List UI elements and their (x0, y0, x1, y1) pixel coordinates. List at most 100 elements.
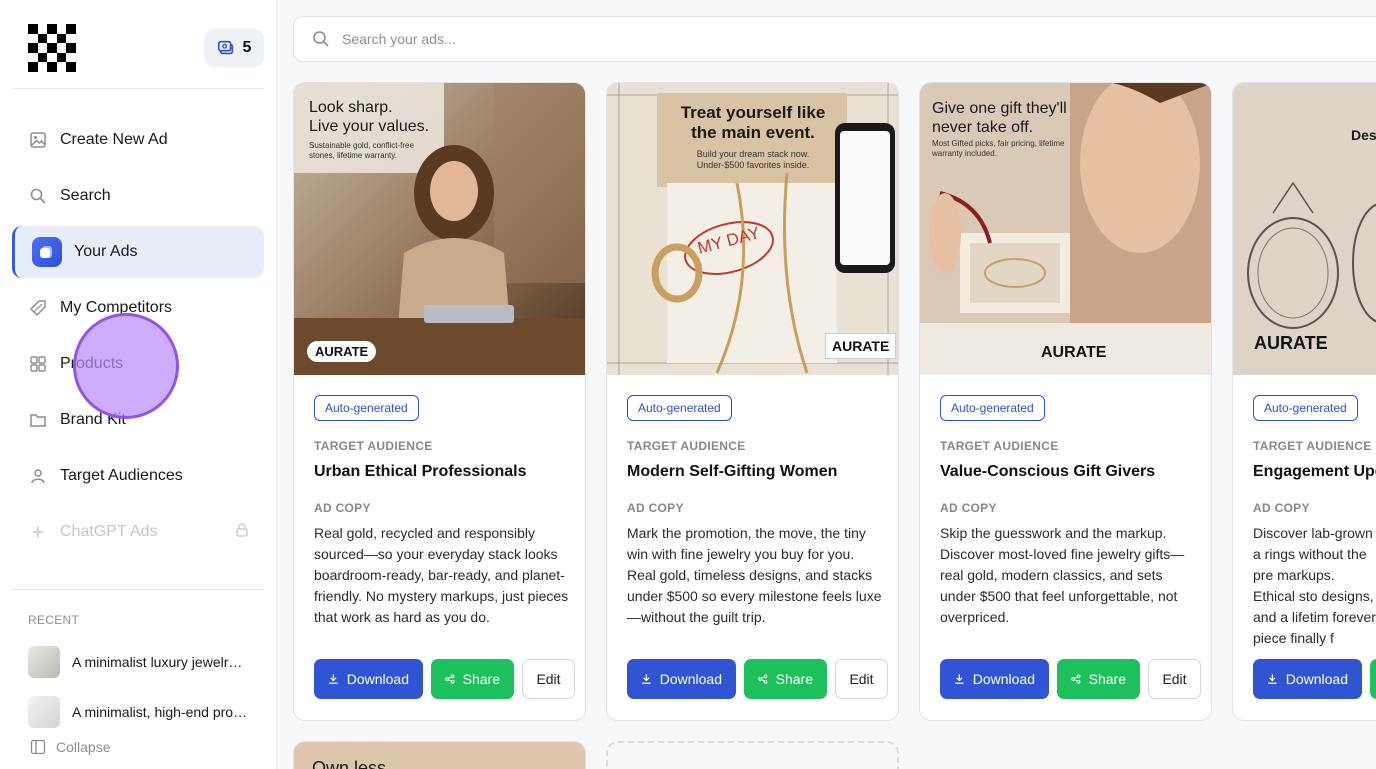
download-icon (955, 674, 964, 684)
ad-copy-label: AD COPY (314, 501, 371, 515)
nav-search[interactable]: Search (12, 170, 264, 222)
sparkle-icon (28, 522, 48, 542)
search-input[interactable] (342, 31, 942, 47)
search-icon (313, 31, 329, 47)
credits-count: 5 (242, 39, 252, 56)
share-button[interactable]: Share (431, 659, 514, 699)
recent-item[interactable]: A minimalist luxury jewelry ... (28, 646, 264, 678)
ad-copy-label: AD COPY (940, 501, 997, 515)
ad-copy-text: Mark the promotion, the move, the tiny w… (627, 525, 882, 625)
target-audience-name: Urban Ethical Professionals (314, 463, 527, 480)
ad-image-headline: Own less (312, 758, 387, 769)
target-audience-label: TARGET AUDIENCE (627, 439, 746, 453)
create-ad-placeholder[interactable] (606, 741, 899, 769)
recent-item-label: A minimalist luxury jewelry ... (72, 654, 248, 670)
divider (12, 589, 264, 590)
nav-create-new-ad[interactable]: Create New Ad (12, 114, 264, 166)
share-icon (445, 674, 455, 684)
download-label: Download (1285, 671, 1348, 687)
search-bar[interactable] (293, 16, 1376, 62)
sidebar-nav: Create New Ad Search Your Ads My Competi… (12, 114, 264, 562)
collapse-icon (30, 739, 46, 755)
nav-label: ChatGPT Ads (60, 523, 158, 540)
ad-image-brand: AURATE (1041, 344, 1107, 361)
share-button[interactable] (1370, 659, 1376, 699)
collapse-label: Collapse (56, 739, 111, 755)
ad-image-brand: AURATE (1254, 333, 1328, 353)
edit-button[interactable]: Edit (835, 659, 888, 699)
share-icon (758, 674, 768, 684)
auto-generated-badge: Auto-generated (940, 395, 1045, 421)
lock-icon (236, 522, 248, 542)
ad-image-brand: AURATE (307, 341, 377, 362)
tag-icon (28, 298, 48, 318)
recent-label: RECENT (28, 613, 80, 627)
nav-chatgpt-ads: ChatGPT Ads (12, 506, 264, 558)
collapse-button[interactable]: Collapse (30, 739, 110, 755)
ad-copy-text: Skip the guesswork and the markup. Disco… (940, 525, 1185, 625)
download-button[interactable]: Download (314, 659, 423, 699)
target-audience-name: Engagement Upg (1253, 463, 1376, 480)
ad-card-partial: Own less (293, 741, 586, 769)
target-audience-name: Modern Self-Gifting Women (627, 463, 838, 480)
ad-image-subtext: Build your dream stack now. Under-$500 f… (696, 149, 810, 170)
ad-image-subtext: Sustainable gold, conflict-free stones, … (309, 141, 414, 160)
auto-generated-badge: Auto-generated (1253, 395, 1358, 421)
grid-icon (28, 354, 48, 374)
ad-image-headline: Give one gift they'll never take off. (932, 100, 1067, 136)
target-audience-label: TARGET AUDIENCE (1253, 439, 1372, 453)
ad-image-headline: Des (1351, 127, 1376, 143)
ad-card: Look sharp. Live your values. Sustainabl… (293, 82, 586, 721)
ad-copy-text: Real gold, recycled and responsibly sour… (314, 525, 569, 625)
brand-logo[interactable] (28, 24, 76, 72)
ad-image-headline: Treat yourself like the main event. (680, 103, 826, 142)
recent-item-label: A minimalist, high-end prod... (72, 704, 248, 720)
download-label: Download (659, 671, 722, 687)
nav-label: Search (60, 187, 111, 204)
nav-my-competitors[interactable]: My Competitors (12, 282, 264, 334)
share-icon (1071, 674, 1081, 684)
nav-label: Products (60, 355, 124, 372)
person-icon (28, 466, 48, 486)
nav-brand-kit[interactable]: Brand Kit (12, 394, 264, 446)
edit-button[interactable]: Edit (522, 659, 575, 699)
target-audience-label: TARGET AUDIENCE (314, 439, 433, 453)
auto-generated-badge: Auto-generated (627, 395, 732, 421)
share-label: Share (462, 671, 500, 687)
recent-thumbnail (28, 696, 60, 728)
download-icon (329, 674, 338, 684)
share-label: Share (775, 671, 813, 687)
divider (12, 88, 264, 89)
recent-item[interactable]: A minimalist, high-end prod... (28, 696, 264, 728)
ad-copy-label: AD COPY (627, 501, 684, 515)
recent-thumbnail (28, 646, 60, 678)
nav-target-audiences[interactable]: Target Audiences (12, 450, 264, 502)
nav-label: Create New Ad (60, 131, 168, 148)
nav-label: Target Audiences (60, 467, 183, 484)
edit-button[interactable]: Edit (1148, 659, 1201, 699)
folder-icon (28, 410, 48, 430)
ad-image-headline: Look sharp. Live your values. (309, 99, 430, 135)
nav-products[interactable]: Products (12, 338, 264, 390)
share-button[interactable]: Share (744, 659, 827, 699)
ad-card: Des AURATE Auto-generated TARGET AUDIENC… (1232, 82, 1376, 721)
download-button[interactable]: Download (627, 659, 736, 699)
nav-label: My Competitors (60, 299, 173, 316)
ads-icon (32, 237, 62, 267)
credits-badge[interactable]: 5 (204, 29, 264, 67)
share-button[interactable]: Share (1057, 659, 1140, 699)
download-label: Download (346, 671, 409, 687)
auto-generated-badge: Auto-generated (314, 395, 419, 421)
nav-your-ads[interactable]: Your Ads (12, 226, 264, 278)
download-icon (1268, 674, 1277, 684)
credits-icon (217, 40, 233, 55)
target-audience-label: TARGET AUDIENCE (940, 439, 1059, 453)
download-icon (642, 674, 651, 684)
search-icon (28, 186, 48, 206)
nav-label: Your Ads (74, 243, 138, 260)
ad-copy-text: Discover lab-grown a rings without the p… (1253, 525, 1376, 646)
download-button[interactable]: Download (1253, 659, 1362, 699)
target-audience-name: Value-Conscious Gift Givers (940, 463, 1156, 480)
download-button[interactable]: Download (940, 659, 1049, 699)
ad-card: Give one gift they'll never take off. Mo… (919, 82, 1212, 721)
